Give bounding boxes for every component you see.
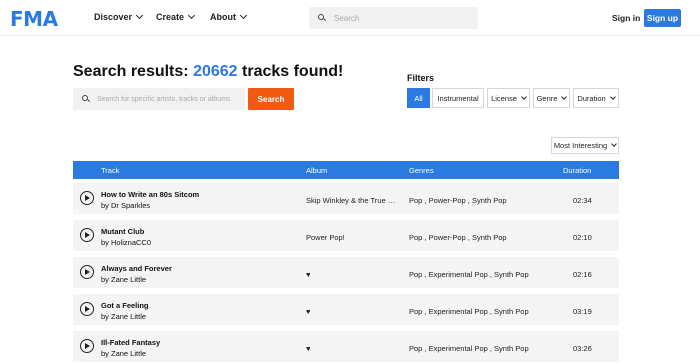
sign-in-link[interactable]: Sign in [612, 13, 640, 23]
track-genres: Pop , Experimental Pop , Synth Pop [409, 344, 529, 353]
filter-instrumental[interactable]: Instrumental [432, 88, 484, 108]
fma-logo[interactable]: FMA [10, 7, 58, 31]
track-artist[interactable]: by HoliznaCC0 [101, 238, 151, 247]
track-title[interactable]: Got a Feeling [101, 301, 149, 310]
filter-all-label: All [414, 93, 423, 103]
filter-license[interactable]: License [487, 88, 530, 108]
track-title[interactable]: How to Write an 80s Sitcom [101, 190, 199, 199]
track-genres: Pop , Power-Pop , Synth Pop [409, 233, 507, 242]
column-album[interactable]: Album [306, 166, 327, 175]
table-row[interactable]: Always and Forever by Zane Little ♥ Pop … [73, 257, 619, 288]
site-header: FMA Discover Create About Search Sign in… [0, 0, 700, 36]
chevron-down-icon [561, 93, 568, 100]
search-button[interactable]: Search [248, 88, 294, 110]
chevron-down-icon [239, 11, 248, 20]
track-duration: 03:19 [573, 307, 592, 316]
filter-genre-label: Genre [536, 93, 558, 103]
filter-genre[interactable]: Genre [533, 88, 570, 108]
sort-dropdown[interactable]: Most Interesting [551, 137, 619, 154]
column-genres[interactable]: Genres [409, 166, 434, 175]
filter-instrumental-label: Instrumental [437, 93, 479, 103]
track-album[interactable]: Power Pop! [306, 233, 398, 242]
filter-all[interactable]: All [407, 88, 430, 108]
chevron-down-icon [187, 11, 196, 20]
heart-icon[interactable]: ♥ [306, 270, 398, 279]
track-genres: Pop , Experimental Pop , Synth Pop [409, 270, 529, 279]
table-row[interactable]: Got a Feeling by Zane Little ♥ Pop , Exp… [73, 294, 619, 325]
table-header: Track Album Genres Duration [73, 161, 619, 179]
filters-heading: Filters [407, 73, 435, 83]
header-search-input[interactable]: Search [309, 7, 478, 29]
track-duration: 02:10 [573, 233, 592, 242]
chevron-down-icon [609, 93, 616, 100]
heart-icon[interactable]: ♥ [306, 307, 398, 316]
track-duration: 02:16 [573, 270, 592, 279]
nav-create-label: Create [156, 12, 185, 22]
chevron-down-icon [135, 11, 144, 20]
filter-duration[interactable]: Duration [573, 88, 619, 108]
track-duration: 02:34 [573, 196, 592, 205]
track-title[interactable]: Mutant Club [101, 227, 144, 236]
track-search-placeholder: Search for specific artists, tracks or a… [97, 95, 231, 103]
search-icon [318, 14, 326, 22]
track-search-input[interactable]: Search for specific artists, tracks or a… [73, 88, 245, 110]
filter-duration-label: Duration [577, 93, 606, 103]
track-duration: 03:26 [573, 344, 592, 353]
sign-up-button[interactable]: Sign up [644, 9, 681, 27]
table-row[interactable]: Ill-Fated Fantasy by Zane Little ♥ Pop ,… [73, 331, 619, 362]
play-icon[interactable] [80, 302, 94, 316]
header-search-placeholder: Search [334, 13, 360, 23]
sort-label: Most Interesting [553, 141, 608, 150]
results-suffix: tracks found! [237, 63, 344, 80]
nav-discover-label: Discover [94, 12, 133, 22]
column-duration[interactable]: Duration [563, 166, 591, 175]
track-title[interactable]: Always and Forever [101, 264, 172, 273]
track-artist[interactable]: by Zane Little [101, 275, 146, 284]
play-icon[interactable] [80, 228, 94, 242]
table-row[interactable]: How to Write an 80s Sitcom by Dr Sparkle… [73, 183, 619, 214]
filter-license-label: License [491, 93, 517, 103]
track-artist[interactable]: by Zane Little [101, 312, 146, 321]
play-icon[interactable] [80, 339, 94, 353]
nav-discover[interactable]: Discover [94, 11, 144, 22]
nav-about-label: About [210, 12, 236, 22]
play-icon[interactable] [80, 191, 94, 205]
results-count: 20662 [193, 63, 238, 80]
heart-icon[interactable]: ♥ [306, 344, 398, 353]
track-artist[interactable]: by Dr Sparkles [101, 201, 150, 210]
track-title[interactable]: Ill-Fated Fantasy [101, 338, 160, 347]
nav-about[interactable]: About [210, 11, 248, 22]
track-artist[interactable]: by Zane Little [101, 349, 146, 358]
chevron-down-icon [611, 141, 618, 147]
track-album[interactable]: Skip Winkley & the True Blu... [306, 196, 398, 205]
results-prefix: Search results: [73, 63, 194, 80]
chevron-down-icon [521, 93, 527, 100]
track-genres: Pop , Power-Pop , Synth Pop [409, 196, 507, 205]
page-title: Search results: 20662 tracks found! [73, 63, 343, 81]
track-genres: Pop , Experimental Pop , Synth Pop [409, 307, 529, 316]
play-icon[interactable] [80, 265, 94, 279]
table-row[interactable]: Mutant Club by HoliznaCC0 Power Pop! Pop… [73, 220, 619, 251]
search-icon [82, 95, 90, 103]
nav-create[interactable]: Create [156, 11, 196, 22]
column-track[interactable]: Track [101, 166, 119, 175]
